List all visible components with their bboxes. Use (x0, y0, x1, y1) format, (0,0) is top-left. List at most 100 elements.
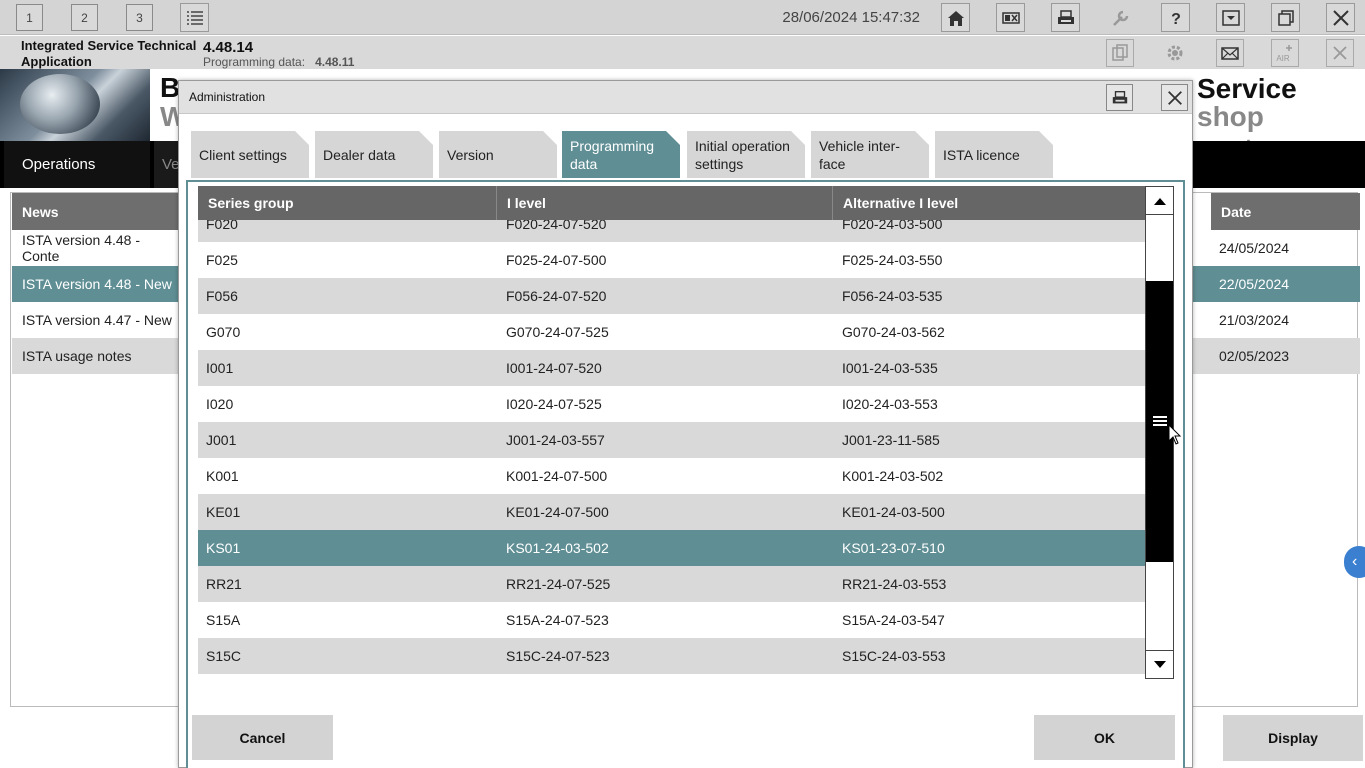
tab-ista-licence[interactable]: ISTA licence (935, 131, 1053, 178)
column-header-alternative-i-level[interactable]: Alternative I level (833, 186, 1145, 220)
administration-dialog: Administration Client settings Dealer da… (178, 80, 1193, 768)
cell-i-level: S15C-24-07-523 (506, 648, 610, 664)
tab-client-settings[interactable]: Client settings (191, 131, 309, 178)
cell-series-group: S15C (206, 648, 242, 664)
cell-i-level: RR21-24-07-525 (506, 576, 611, 592)
news-row-date[interactable]: 22/05/2024 (1193, 266, 1360, 302)
cell-alternative-i-level: F056-24-03-535 (842, 288, 943, 304)
cell-series-group: F020 (206, 220, 238, 232)
cell-series-group: J001 (206, 432, 237, 448)
table-row[interactable]: F020 F020-24-07-520 F020-24-03-500 (198, 220, 1145, 242)
tab-version[interactable]: Version (439, 131, 557, 178)
tab-initial-operation-settings[interactable]: Initial operation settings (687, 131, 805, 178)
cell-series-group: RR21 (206, 576, 242, 592)
tab-label-line: Initial operation (695, 138, 790, 154)
list-icon[interactable] (180, 3, 209, 32)
cell-series-group: G070 (206, 324, 241, 340)
cell-alternative-i-level: G070-24-03-562 (842, 324, 945, 340)
cell-i-level: K001-24-07-500 (506, 468, 608, 484)
news-row-date[interactable]: 02/05/2023 (1193, 338, 1360, 374)
dialog-title: Administration (189, 90, 266, 104)
table-row[interactable]: K001 K001-24-07-500 K001-24-03-502 (198, 458, 1145, 494)
news-row-title[interactable]: ISTA version 4.48 - Conte (12, 230, 180, 266)
cell-i-level: KS01-24-03-502 (506, 540, 609, 556)
news-row-date[interactable]: 24/05/2024 (1209, 230, 1360, 266)
column-header-series-group[interactable]: Series group (198, 186, 497, 220)
table-row[interactable]: RR21 RR21-24-07-525 RR21-24-03-553 (198, 566, 1145, 602)
datetime-display: 28/06/2024 15:47:32 (782, 9, 920, 26)
cell-series-group: F025 (206, 252, 238, 268)
cell-alternative-i-level: F020-24-03-500 (842, 220, 943, 232)
cell-series-group: F056 (206, 288, 238, 304)
table-row-selected[interactable]: KS01 KS01-24-03-502 KS01-23-07-510 (198, 530, 1145, 566)
cell-i-level: J001-24-03-557 (506, 432, 605, 448)
programming-data-version: 4.48.11 (315, 55, 355, 69)
table-row[interactable]: S15C S15C-24-07-523 S15C-24-03-553 (198, 638, 1145, 674)
news-row-title[interactable]: ISTA version 4.48 - New (12, 266, 180, 302)
dialog-close-icon[interactable] (1161, 84, 1188, 111)
cell-i-level: KE01-24-07-500 (506, 504, 609, 520)
air-icon[interactable]: AIR (1271, 39, 1299, 67)
table-row[interactable]: S15A S15A-24-07-523 S15A-24-03-547 (198, 602, 1145, 638)
tab-programming-data[interactable]: Programming data (562, 131, 680, 178)
news-row-date[interactable]: 21/03/2024 (1209, 302, 1360, 338)
cell-alternative-i-level: KE01-24-03-500 (842, 504, 945, 520)
cell-i-level: F020-24-07-520 (506, 220, 607, 232)
session-tab-2[interactable]: 2 (71, 4, 98, 31)
session-tab-1[interactable]: 1 (16, 4, 43, 31)
tab-dealer-data[interactable]: Dealer data (315, 131, 433, 178)
cell-alternative-i-level: K001-24-03-502 (842, 468, 944, 484)
wrench-icon[interactable] (1106, 3, 1135, 32)
side-panel-toggle-icon[interactable]: ‹ (1344, 546, 1365, 578)
news-row-title[interactable]: ISTA usage notes (12, 338, 180, 374)
cell-i-level: G070-24-07-525 (506, 324, 609, 340)
cell-series-group: I001 (206, 360, 234, 376)
svg-text:AIR: AIR (1276, 54, 1290, 63)
cell-series-group: S15A (206, 612, 241, 628)
cell-series-group: KS01 (206, 540, 241, 556)
cell-series-group: KE01 (206, 504, 241, 520)
cell-alternative-i-level: S15A-24-03-547 (842, 612, 945, 628)
window-restore-icon[interactable] (1271, 3, 1300, 32)
app-header: Integrated Service Technical Application… (0, 36, 1365, 69)
settings-gear-icon[interactable] (1161, 39, 1189, 67)
dialog-print-icon[interactable] (1106, 84, 1133, 111)
session-tab-3[interactable]: 3 (126, 4, 153, 31)
cell-alternative-i-level: I001-24-03-535 (842, 360, 938, 376)
scroll-up-arrow-icon[interactable] (1146, 187, 1173, 215)
table-row[interactable]: F056 F056-24-07-520 F056-24-03-535 (198, 278, 1145, 314)
documents-icon[interactable] (1106, 39, 1134, 67)
cancel-button[interactable]: Cancel (192, 715, 333, 760)
close-app-icon[interactable] (1326, 3, 1355, 32)
table-row[interactable]: KE01 KE01-24-07-500 KE01-24-03-500 (198, 494, 1145, 530)
cell-i-level: S15A-24-07-523 (506, 612, 609, 628)
help-icon[interactable]: ? (1161, 3, 1190, 32)
table-row[interactable]: J001 J001-24-03-557 J001-23-11-585 (198, 422, 1145, 458)
mail-icon[interactable] (1216, 39, 1244, 67)
table-row[interactable]: I020 I020-24-07-525 I020-24-03-553 (198, 386, 1145, 422)
cell-series-group: K001 (206, 468, 239, 484)
table-row[interactable]: F025 F025-24-07-500 F025-24-03-550 (198, 242, 1145, 278)
tab-vehicle-interface[interactable]: Vehicle inter- face (811, 131, 929, 178)
table-row[interactable]: G070 G070-24-07-525 G070-24-03-562 (198, 314, 1145, 350)
close-session-icon[interactable] (1326, 39, 1354, 67)
dropdown-menu-icon[interactable] (1216, 3, 1245, 32)
cell-alternative-i-level: J001-23-11-585 (842, 432, 940, 448)
display-button[interactable]: Display (1223, 715, 1363, 761)
date-column-header: Date (1211, 193, 1360, 230)
scroll-grip-icon (1152, 415, 1167, 428)
nav-operations[interactable]: Operations (4, 141, 150, 188)
svg-text:?: ? (1171, 11, 1181, 28)
scroll-down-arrow-icon[interactable] (1146, 650, 1173, 678)
news-row-title[interactable]: ISTA version 4.47 - New (12, 302, 180, 338)
vehicle-id-icon[interactable] (996, 3, 1025, 32)
scroll-thumb[interactable] (1146, 281, 1173, 562)
cell-series-group: I020 (206, 396, 234, 412)
print-icon[interactable] (1051, 3, 1080, 32)
home-icon[interactable] (941, 3, 970, 32)
column-header-i-level[interactable]: I level (497, 186, 833, 220)
programming-data-line: Programming data: 4.48.11 (203, 55, 354, 69)
ok-button[interactable]: OK (1034, 715, 1175, 760)
app-version: 4.48.14 (203, 39, 254, 56)
table-row[interactable]: I001 I001-24-07-520 I001-24-03-535 (198, 350, 1145, 386)
